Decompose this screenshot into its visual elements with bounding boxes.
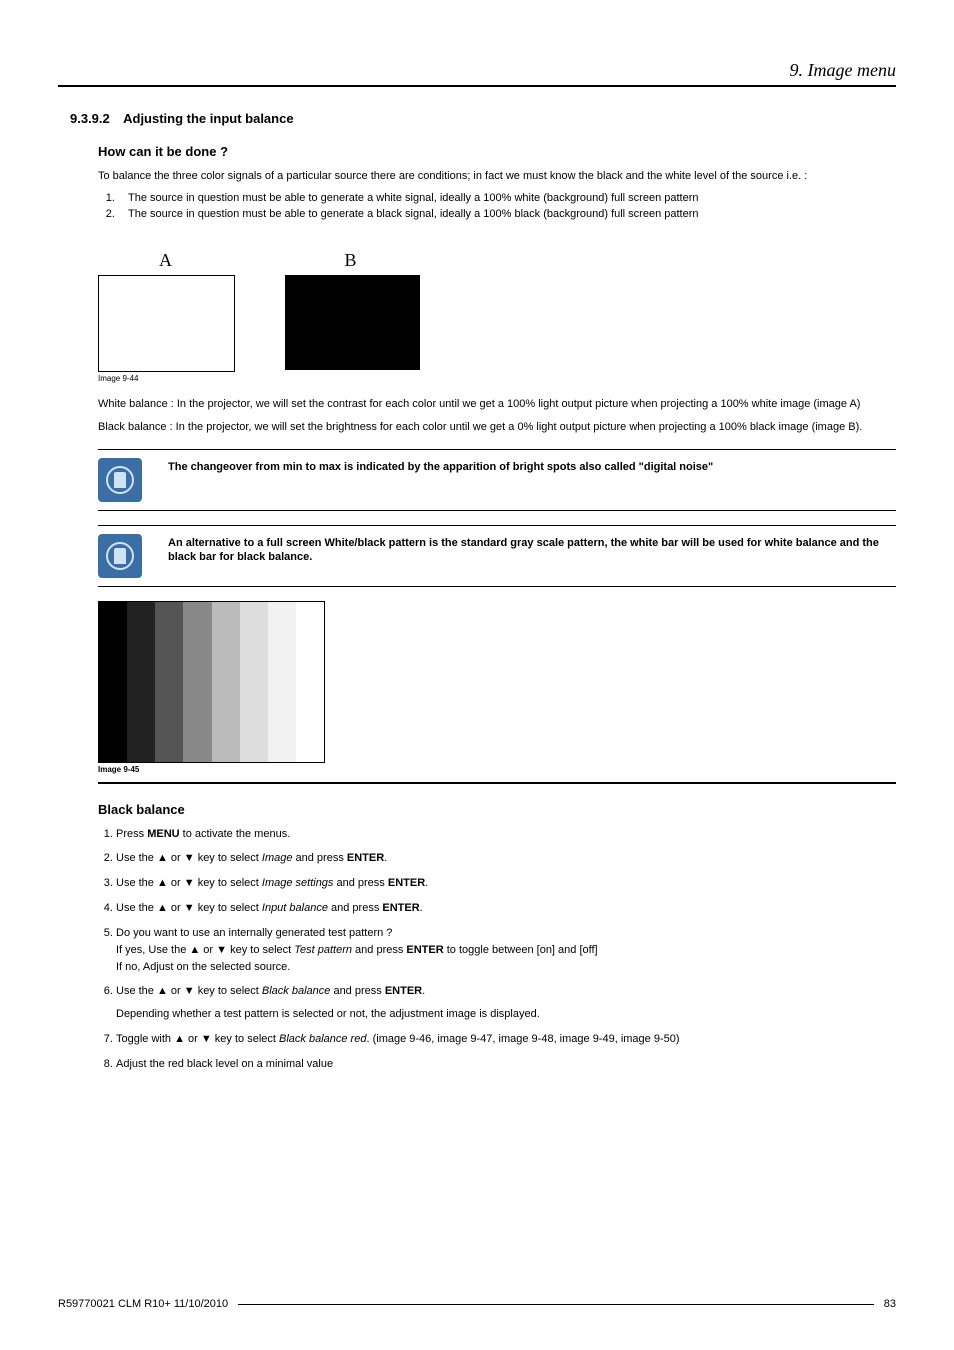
white-pattern-box [98, 275, 235, 372]
subheading-how: How can it be done ? [98, 144, 896, 159]
note-1: The changeover from min to max is indica… [98, 449, 896, 511]
step-8: Adjust the red black level on a minimal … [116, 1057, 896, 1072]
figure-labels-row: A B [98, 250, 896, 271]
note-2: An alternative to a full screen White/bl… [98, 525, 896, 587]
step-3: Use the ▲ or ▼ key to select Image setti… [116, 876, 896, 891]
conditions-list: The source in question must be able to g… [98, 192, 896, 220]
intro-text: To balance the three color signals of a … [98, 169, 896, 184]
chapter-header: 9. Image menu [58, 60, 896, 87]
step-1: Press MENU to activate the menus. [116, 827, 896, 842]
note-2-text: An alternative to a full screen White/bl… [168, 534, 896, 566]
black-pattern-box [285, 275, 420, 370]
grayscale-bar [155, 602, 183, 762]
step-5: Do you want to use an internally generat… [116, 926, 896, 975]
note-icon [98, 534, 142, 578]
note-icon [98, 458, 142, 502]
step-2: Use the ▲ or ▼ key to select Image and p… [116, 851, 896, 866]
page-footer: R59770021 CLM R10+ 11/10/2010 83 [58, 1298, 896, 1310]
step-4: Use the ▲ or ▼ key to select Input balan… [116, 901, 896, 916]
grayscale-bar [99, 602, 127, 762]
subheading-black-balance: Black balance [98, 802, 896, 817]
figure-1-caption: Image 9-44 [98, 374, 896, 383]
step-6: Use the ▲ or ▼ key to select Black balan… [116, 984, 896, 1022]
steps-list: Press MENU to activate the menus. Use th… [98, 827, 896, 1072]
grayscale-bar [212, 602, 240, 762]
note-1-text: The changeover from min to max is indica… [168, 458, 896, 475]
figure-label-b: B [283, 250, 418, 271]
grayscale-bar [183, 602, 211, 762]
section-title: Adjusting the input balance [123, 111, 293, 126]
figure-images-row [98, 275, 896, 372]
page-number: 83 [884, 1298, 896, 1310]
black-balance-text: Black balance : In the projector, we wil… [98, 420, 896, 435]
figure-label-a: A [98, 250, 233, 271]
condition-2: The source in question must be able to g… [118, 208, 896, 220]
section-number: 9.3.9.2 [70, 111, 110, 126]
figure-2-caption: Image 9-45 [98, 765, 896, 774]
footer-left: R59770021 CLM R10+ 11/10/2010 [58, 1298, 228, 1310]
grayscale-bar [127, 602, 155, 762]
step-7: Toggle with ▲ or ▼ key to select Black b… [116, 1032, 896, 1047]
horizontal-rule [98, 782, 896, 784]
grayscale-bar [296, 602, 324, 762]
grayscale-pattern [98, 601, 325, 763]
white-balance-text: White balance : In the projector, we wil… [98, 397, 896, 412]
footer-rule [238, 1304, 874, 1305]
grayscale-bar [240, 602, 268, 762]
grayscale-bar [268, 602, 296, 762]
section-heading: 9.3.9.2 Adjusting the input balance [70, 111, 896, 126]
condition-1: The source in question must be able to g… [118, 192, 896, 204]
